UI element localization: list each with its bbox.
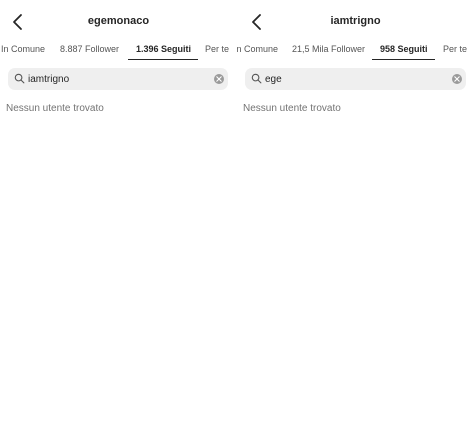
tab-per-te[interactable]: Per te bbox=[205, 44, 229, 54]
search-icon bbox=[251, 73, 262, 84]
search-bar[interactable] bbox=[8, 68, 228, 90]
tab-bar: In Comune 21,5 Mila Follower 958 Seguiti… bbox=[237, 44, 474, 64]
tab-follower[interactable]: 21,5 Mila Follower bbox=[292, 44, 365, 54]
tab-in-comune[interactable]: In Comune bbox=[237, 44, 278, 54]
tab-follower[interactable]: 8.887 Follower bbox=[60, 44, 119, 54]
clear-icon[interactable] bbox=[214, 74, 224, 84]
tab-in-comune[interactable]: In Comune bbox=[1, 44, 45, 54]
no-results-message: Nessun utente trovato bbox=[6, 103, 104, 114]
search-icon bbox=[14, 73, 25, 84]
profile-username: egemonaco bbox=[87, 15, 150, 27]
clear-icon[interactable] bbox=[452, 74, 462, 84]
active-tab-indicator bbox=[372, 59, 435, 60]
profile-username: iamtrigno bbox=[330, 15, 381, 27]
search-bar[interactable] bbox=[245, 68, 466, 90]
search-input[interactable] bbox=[265, 70, 415, 88]
header: egemonaco bbox=[0, 0, 237, 44]
tab-seguiti[interactable]: 958 Seguiti bbox=[380, 44, 428, 54]
tab-seguiti[interactable]: 1.396 Seguiti bbox=[136, 44, 191, 54]
left-screen: egemonaco In Comune 8.887 Follower 1.396… bbox=[0, 0, 237, 441]
right-screen: iamtrigno In Comune 21,5 Mila Follower 9… bbox=[237, 0, 474, 441]
header: iamtrigno bbox=[237, 0, 474, 44]
active-tab-indicator bbox=[128, 59, 198, 60]
tab-per-te[interactable]: Per te bbox=[443, 44, 467, 54]
tab-bar: In Comune 8.887 Follower 1.396 Seguiti P… bbox=[0, 44, 237, 64]
no-results-message: Nessun utente trovato bbox=[243, 103, 341, 114]
search-input[interactable] bbox=[28, 70, 178, 88]
